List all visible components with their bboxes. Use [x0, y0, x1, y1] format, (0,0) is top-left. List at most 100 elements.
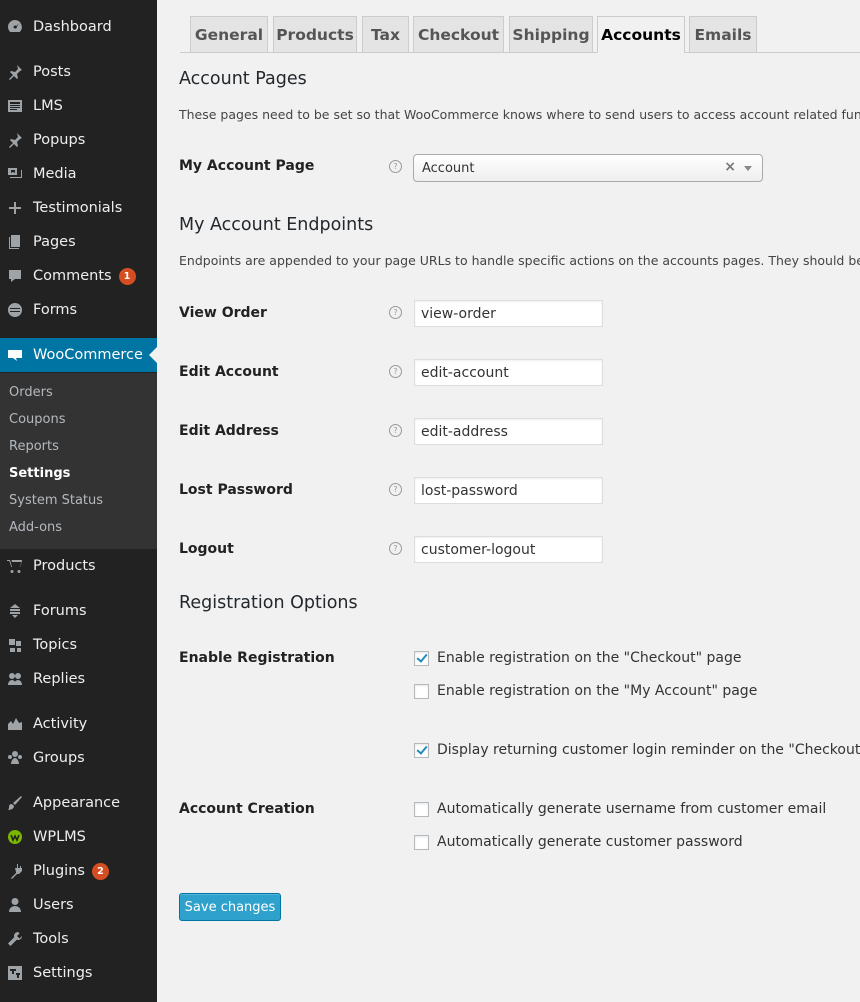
menu-label: Topics	[33, 637, 78, 653]
menu-label: WPLMS	[33, 829, 86, 845]
clear-icon[interactable]: ×	[724, 159, 736, 175]
menu-replies[interactable]: Replies	[0, 662, 157, 696]
save-changes-button[interactable]: Save changes	[179, 893, 281, 921]
wrench-icon	[7, 931, 23, 947]
menu-comments[interactable]: Comments 1	[0, 259, 157, 293]
settings-icon	[7, 965, 23, 981]
menu-posts[interactable]: Posts	[0, 55, 157, 89]
lms-icon	[7, 98, 23, 114]
endpoints-description: Endpoints are appended to your page URLs…	[179, 253, 860, 268]
logout-input[interactable]	[414, 536, 603, 563]
tab-general[interactable]: General	[190, 16, 268, 52]
menu-label: LMS	[33, 98, 63, 114]
help-icon[interactable]: ?	[389, 542, 402, 555]
my-account-page-label: My Account Page	[179, 158, 315, 174]
edit-address-input[interactable]	[414, 418, 603, 445]
pin-icon	[7, 64, 23, 80]
tab-shipping[interactable]: Shipping	[509, 16, 593, 52]
menu-topics[interactable]: Topics	[0, 628, 157, 662]
menu-appearance[interactable]: Appearance	[0, 786, 157, 820]
generate-password-label[interactable]: Automatically generate customer password	[437, 834, 743, 850]
menu-label: Users	[33, 897, 74, 913]
menu-popups[interactable]: Popups	[0, 123, 157, 157]
brush-icon	[7, 795, 23, 811]
endpoints-heading: My Account Endpoints	[179, 215, 374, 235]
help-icon[interactable]: ?	[389, 306, 402, 319]
menu-settings[interactable]: Settings	[0, 956, 157, 990]
login-reminder-label[interactable]: Display returning customer login reminde…	[437, 742, 860, 758]
my-account-registration-label[interactable]: Enable registration on the "My Account" …	[437, 683, 757, 699]
comment-icon	[7, 268, 23, 284]
submenu-add-ons[interactable]: Add-ons	[9, 520, 62, 535]
woocommerce-submenu: Orders Coupons Reports Settings System S…	[0, 373, 157, 549]
menu-label: Products	[33, 558, 96, 574]
menu-lms[interactable]: LMS	[0, 89, 157, 123]
plugins-count-badge: 2	[91, 862, 109, 880]
checkout-registration-checkbox[interactable]	[414, 651, 429, 666]
activity-icon	[7, 716, 23, 732]
view-order-input[interactable]	[414, 300, 603, 327]
menu-label: Replies	[33, 671, 86, 687]
checkout-registration-label[interactable]: Enable registration on the "Checkout" pa…	[437, 650, 741, 666]
menu-forums[interactable]: Forums	[0, 594, 157, 628]
media-icon	[7, 166, 23, 182]
menu-label: Plugins	[33, 863, 85, 879]
menu-products[interactable]: Products	[0, 549, 157, 583]
menu-label: Dashboard	[33, 19, 112, 35]
menu-users[interactable]: Users	[0, 888, 157, 922]
menu-pages[interactable]: Pages	[0, 225, 157, 259]
tab-products[interactable]: Products	[273, 16, 357, 52]
help-icon[interactable]: ?	[389, 365, 402, 378]
my-account-registration-checkbox[interactable]	[414, 684, 429, 699]
menu-label: Media	[33, 166, 77, 182]
registration-heading: Registration Options	[179, 593, 358, 613]
generate-username-label[interactable]: Automatically generate username from cus…	[437, 801, 826, 817]
edit-account-input[interactable]	[414, 359, 603, 386]
submenu-system-status[interactable]: System Status	[9, 493, 103, 508]
tab-divider	[180, 52, 860, 53]
submenu-coupons[interactable]: Coupons	[9, 412, 66, 427]
submenu-reports[interactable]: Reports	[9, 439, 59, 454]
menu-tools[interactable]: Tools	[0, 922, 157, 956]
menu-media[interactable]: Media	[0, 157, 157, 191]
menu-dashboard[interactable]: Dashboard	[0, 10, 157, 44]
menu-label: Groups	[33, 750, 85, 766]
plus-icon	[7, 200, 23, 216]
menu-label: Popups	[33, 132, 86, 148]
menu-label: Activity	[33, 716, 88, 732]
edit-account-label: Edit Account	[179, 364, 279, 380]
enable-registration-label: Enable Registration	[179, 650, 335, 666]
generate-username-checkbox[interactable]	[414, 802, 429, 817]
menu-testimonials[interactable]: Testimonials	[0, 191, 157, 225]
groups-icon	[7, 750, 23, 766]
tab-accounts[interactable]: Accounts	[597, 16, 685, 53]
lost-password-input[interactable]	[414, 477, 603, 504]
menu-wplms[interactable]: WPLMS	[0, 820, 157, 854]
wplms-icon	[7, 829, 23, 845]
help-icon[interactable]: ?	[389, 160, 402, 173]
menu-woocommerce[interactable]: WooCommerce	[0, 338, 157, 372]
tab-tax[interactable]: Tax	[362, 16, 409, 52]
menu-activity[interactable]: Activity	[0, 707, 157, 741]
login-reminder-checkbox[interactable]	[414, 743, 429, 758]
menu-label: Appearance	[33, 795, 121, 811]
menu-plugins[interactable]: Plugins 2	[0, 854, 157, 888]
tab-checkout[interactable]: Checkout	[413, 16, 504, 52]
generate-password-checkbox[interactable]	[414, 835, 429, 850]
dropdown-arrow-icon[interactable]	[744, 166, 752, 171]
menu-label: Testimonials	[33, 200, 123, 216]
comments-count-badge: 1	[118, 267, 136, 285]
menu-label: Tools	[33, 931, 69, 947]
submenu-settings[interactable]: Settings	[9, 466, 70, 481]
my-account-page-select[interactable]: Account ×	[413, 154, 763, 182]
menu-forms[interactable]: Forms	[0, 293, 157, 327]
dashboard-icon	[7, 19, 23, 35]
menu-groups[interactable]: Groups	[0, 741, 157, 775]
tab-emails[interactable]: Emails	[689, 16, 757, 52]
account-pages-heading: Account Pages	[179, 69, 307, 89]
woocommerce-icon	[7, 347, 23, 363]
submenu-orders[interactable]: Orders	[9, 385, 53, 400]
help-icon[interactable]: ?	[389, 483, 402, 496]
logout-label: Logout	[179, 541, 234, 557]
help-icon[interactable]: ?	[389, 424, 402, 437]
